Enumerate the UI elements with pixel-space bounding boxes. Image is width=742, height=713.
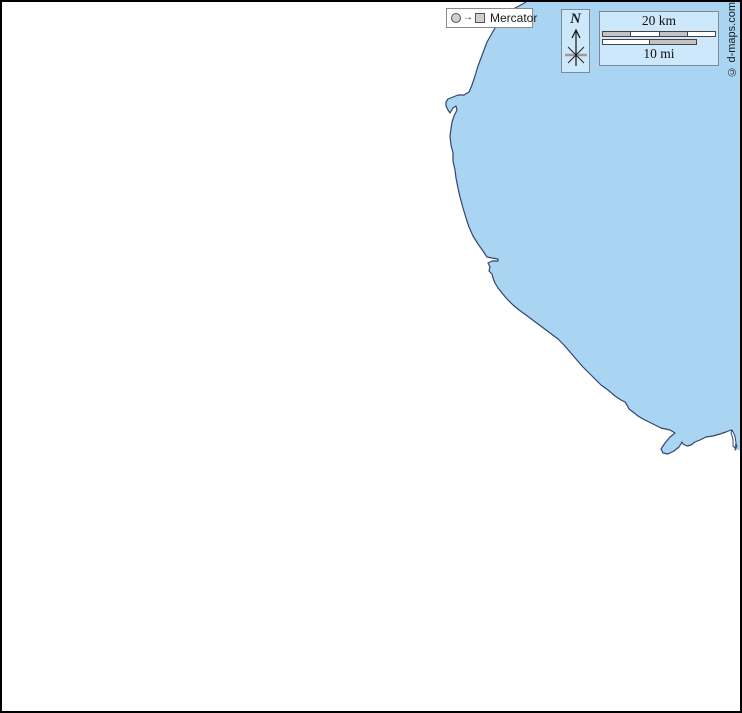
- water-area: [446, 0, 742, 454]
- copyright-label: © d-maps.com: [726, 2, 738, 78]
- scale-km-segment: [630, 32, 658, 36]
- scale-km-label: 20 km: [600, 12, 718, 29]
- map-canvas: → Mercator N 20 km 10 mi © d-maps.com: [0, 0, 742, 713]
- north-label: N: [570, 11, 581, 28]
- scale-km-segment: [659, 32, 687, 36]
- scale-mi-label: 10 mi: [600, 45, 718, 62]
- arrow-right-icon: →: [463, 13, 473, 23]
- scale-mi-segment: [603, 40, 649, 44]
- projection-label: Mercator: [490, 11, 537, 25]
- globe-circle-icon: [451, 13, 461, 23]
- scale-km-segment: [687, 32, 715, 36]
- scale-panel: 20 km 10 mi: [599, 11, 719, 66]
- scale-mi-segment: [649, 40, 696, 44]
- scale-bar-km: [602, 31, 716, 37]
- projection-legend: → Mercator: [446, 8, 533, 28]
- copyright-text: © d-maps.com: [724, 6, 740, 74]
- coastline-map-svg: [0, 0, 742, 713]
- compass-rose-icon: [563, 28, 589, 70]
- compass-panel: N: [561, 9, 590, 73]
- scale-km-segment: [603, 32, 630, 36]
- projected-square-icon: [475, 13, 485, 23]
